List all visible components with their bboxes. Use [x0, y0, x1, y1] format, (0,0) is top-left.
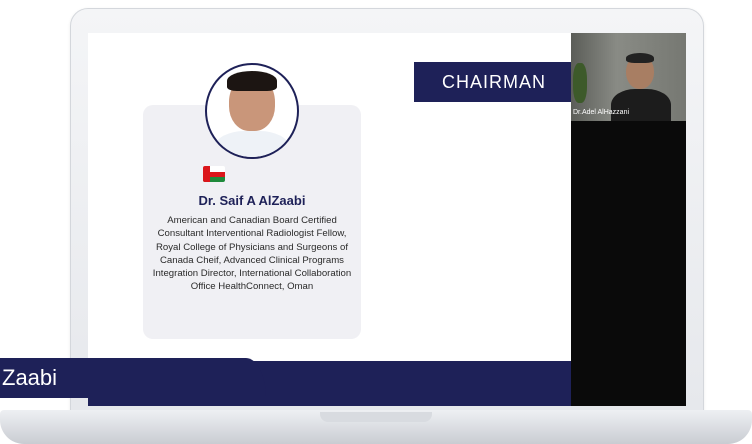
background-plant	[573, 63, 587, 103]
meeting-screen: CHAIRMAN Dr. Saif A AlZaabi American and…	[88, 33, 686, 406]
oman-flag-icon	[203, 166, 225, 182]
participant-name-label: Dr.Adel AlHazzani	[573, 109, 630, 116]
speaker-name: Dr. Saif A AlZaabi	[198, 193, 306, 208]
lower-third-name: Zaabi	[0, 358, 266, 398]
participant-video-tile[interactable]: Dr.Adel AlHazzani	[571, 33, 686, 121]
photo-shirt	[215, 131, 289, 157]
speaker-photo	[205, 63, 299, 159]
presentation-slide: CHAIRMAN Dr. Saif A AlZaabi American and…	[88, 33, 571, 406]
role-banner: CHAIRMAN	[410, 62, 571, 102]
participant-hair	[626, 53, 654, 63]
speaker-description: American and Canadian Board Certified Co…	[152, 215, 352, 293]
laptop-notch	[320, 412, 432, 422]
participant-body	[611, 89, 671, 121]
photo-hair	[227, 71, 277, 91]
